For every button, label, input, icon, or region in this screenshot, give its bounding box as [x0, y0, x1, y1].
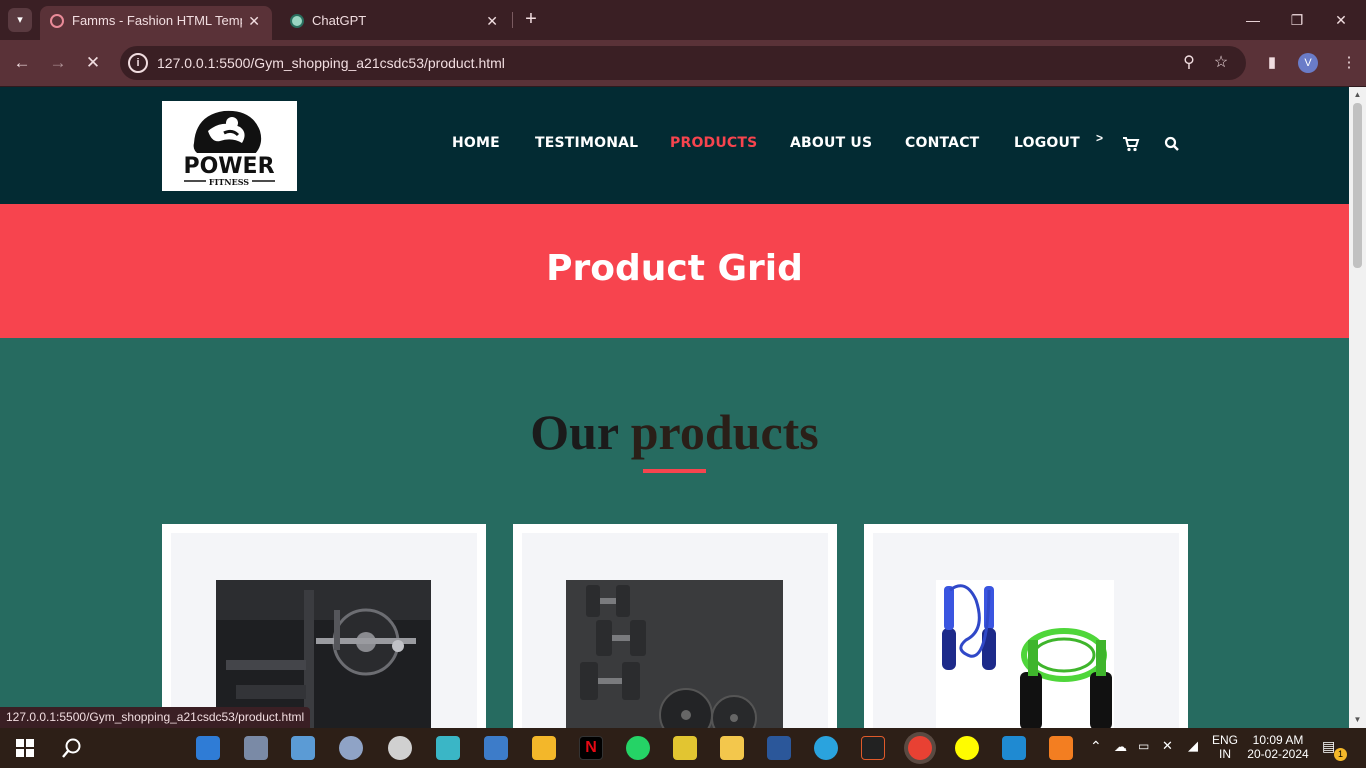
power-fitness-logo[interactable]: POWER FITNESS: [162, 101, 297, 191]
language-indicator[interactable]: ENG IN: [1210, 733, 1240, 761]
product-card[interactable]: [513, 524, 837, 728]
page-title: Product Grid: [546, 248, 803, 289]
heading-underline: [643, 469, 706, 473]
dev-tool-icon[interactable]: [861, 736, 885, 760]
back-button[interactable]: ←: [9, 50, 35, 76]
svg-text:FITNESS: FITNESS: [209, 177, 249, 187]
python-icon[interactable]: [484, 736, 508, 760]
control-panel-icon[interactable]: [339, 736, 363, 760]
notification-count-badge: 1: [1334, 748, 1347, 761]
browser-menu-icon[interactable]: ⋮: [1338, 52, 1360, 74]
site-header: POWER FITNESS HOME TESTIMONAL PRODUCTS A…: [0, 87, 1349, 204]
clock[interactable]: 10:09 AM 20-02-2024: [1246, 733, 1310, 761]
tab-close-icon[interactable]: ✕: [486, 6, 498, 36]
skipping-ropes-image[interactable]: [936, 580, 1114, 728]
gym-weight-plate-rack-image[interactable]: [216, 580, 431, 728]
media-player-icon[interactable]: [673, 736, 697, 760]
vscode-icon[interactable]: [1002, 736, 1026, 760]
settings-gear-icon[interactable]: [388, 736, 412, 760]
forward-button[interactable]: →: [45, 50, 71, 76]
bookmark-star-icon[interactable]: ☆: [1210, 52, 1232, 74]
scroll-thumb[interactable]: [1353, 103, 1362, 268]
browser-tab-bar: ▾ Famms - Fashion HTML Templat ✕ ChatGPT…: [0, 0, 1366, 40]
search-icon[interactable]: [60, 736, 84, 760]
address-bar[interactable]: i 127.0.0.1:5500/Gym_shopping_a21csdc53/…: [120, 46, 1246, 80]
minimize-button[interactable]: —: [1230, 8, 1276, 32]
tab-title: Famms - Fashion HTML Templat: [72, 13, 242, 28]
heading-word-products: products: [630, 404, 819, 460]
nav-about-us[interactable]: ABOUT US: [790, 135, 872, 151]
xampp-icon[interactable]: [1049, 736, 1073, 760]
zoom-icon[interactable]: ⚲: [1178, 52, 1200, 74]
hero-banner: Product Grid: [0, 204, 1349, 338]
product-card-inner: [522, 533, 828, 728]
svg-text:POWER: POWER: [183, 154, 274, 179]
side-panel-icon[interactable]: ▮: [1261, 52, 1283, 74]
chrome-icon[interactable]: [908, 736, 932, 760]
tab-close-icon[interactable]: ✕: [248, 6, 260, 36]
tab-separator: [512, 12, 513, 28]
word-icon[interactable]: [767, 736, 791, 760]
tab-search-button[interactable]: ▾: [8, 8, 32, 32]
photos-app-icon[interactable]: [244, 736, 268, 760]
link-status-bubble: 127.0.0.1:5500/Gym_shopping_a21csdc53/pr…: [0, 707, 311, 728]
volume-muted-icon[interactable]: ✕: [1162, 738, 1173, 754]
product-card[interactable]: [864, 524, 1188, 728]
clock-time: 10:09 AM: [1252, 733, 1304, 747]
onedrive-icon[interactable]: ☁: [1114, 739, 1127, 755]
loading-favicon-icon: [50, 14, 64, 28]
file-explorer-icon[interactable]: [720, 736, 744, 760]
notes-yellow-icon[interactable]: [532, 736, 556, 760]
nav-home[interactable]: HOME: [452, 135, 500, 151]
language-code: ENG: [1211, 733, 1238, 747]
telegram-icon[interactable]: [814, 736, 838, 760]
browser-toolbar: ← → ✕ i 127.0.0.1:5500/Gym_shopping_a21c…: [0, 40, 1366, 86]
close-window-button[interactable]: ✕: [1318, 8, 1364, 32]
new-tab-button[interactable]: +: [520, 8, 542, 30]
dollar-app-icon[interactable]: [436, 736, 460, 760]
microsoft-store-icon[interactable]: [196, 736, 220, 760]
cart-icon[interactable]: [1122, 135, 1140, 153]
nav-testimonal[interactable]: TESTIMONAL: [535, 135, 638, 151]
show-hidden-icons-icon[interactable]: ⌃: [1090, 738, 1102, 755]
windows-start-icon[interactable]: [13, 736, 37, 760]
nav-logout[interactable]: LOGOUT: [1014, 135, 1080, 151]
product-card-inner: [171, 533, 477, 728]
page-viewport: POWER FITNESS HOME TESTIMONAL PRODUCTS A…: [0, 87, 1349, 728]
section-heading: Our products: [0, 403, 1349, 461]
dumbbells-on-mat-image[interactable]: [566, 580, 783, 728]
nav-products[interactable]: PRODUCTS: [670, 135, 757, 151]
tab-title: ChatGPT: [312, 13, 367, 28]
chatgpt-favicon-icon: [290, 14, 304, 28]
snapchat-icon[interactable]: [955, 736, 979, 760]
wifi-icon[interactable]: ◢: [1188, 738, 1198, 754]
heading-word-our: Our: [530, 404, 619, 460]
scroll-down-arrow-icon[interactable]: ▼: [1353, 715, 1362, 724]
search-icon[interactable]: [1163, 135, 1181, 153]
tab-chatgpt[interactable]: ChatGPT ✕: [280, 6, 510, 40]
battery-icon[interactable]: ▭: [1138, 739, 1149, 753]
whatsapp-icon[interactable]: [626, 736, 650, 760]
language-region: IN: [1219, 747, 1231, 761]
scroll-up-arrow-icon[interactable]: ▲: [1353, 90, 1362, 99]
profile-avatar[interactable]: V: [1298, 53, 1318, 73]
nav-contact[interactable]: CONTACT: [905, 135, 979, 151]
page-scrollbar[interactable]: ▲ ▼: [1349, 87, 1366, 728]
netflix-icon[interactable]: N: [579, 736, 603, 760]
windows-taskbar: N ⌃ ☁ ▭ ✕ ◢ ENG IN 10:09 AM 20-02-2024 ▤…: [0, 728, 1366, 768]
site-info-icon[interactable]: i: [128, 53, 148, 73]
product-card-inner: [873, 533, 1179, 728]
clock-date: 20-02-2024: [1247, 747, 1309, 761]
url-text[interactable]: 127.0.0.1:5500/Gym_shopping_a21csdc53/pr…: [157, 55, 505, 71]
restore-button[interactable]: ❐: [1274, 8, 1320, 32]
product-card[interactable]: [162, 524, 486, 728]
stop-loading-button[interactable]: ✕: [80, 50, 106, 76]
tab-famms[interactable]: Famms - Fashion HTML Templat ✕: [40, 6, 272, 40]
nav-chevron: >: [1096, 131, 1104, 145]
notes-app-icon[interactable]: [291, 736, 315, 760]
